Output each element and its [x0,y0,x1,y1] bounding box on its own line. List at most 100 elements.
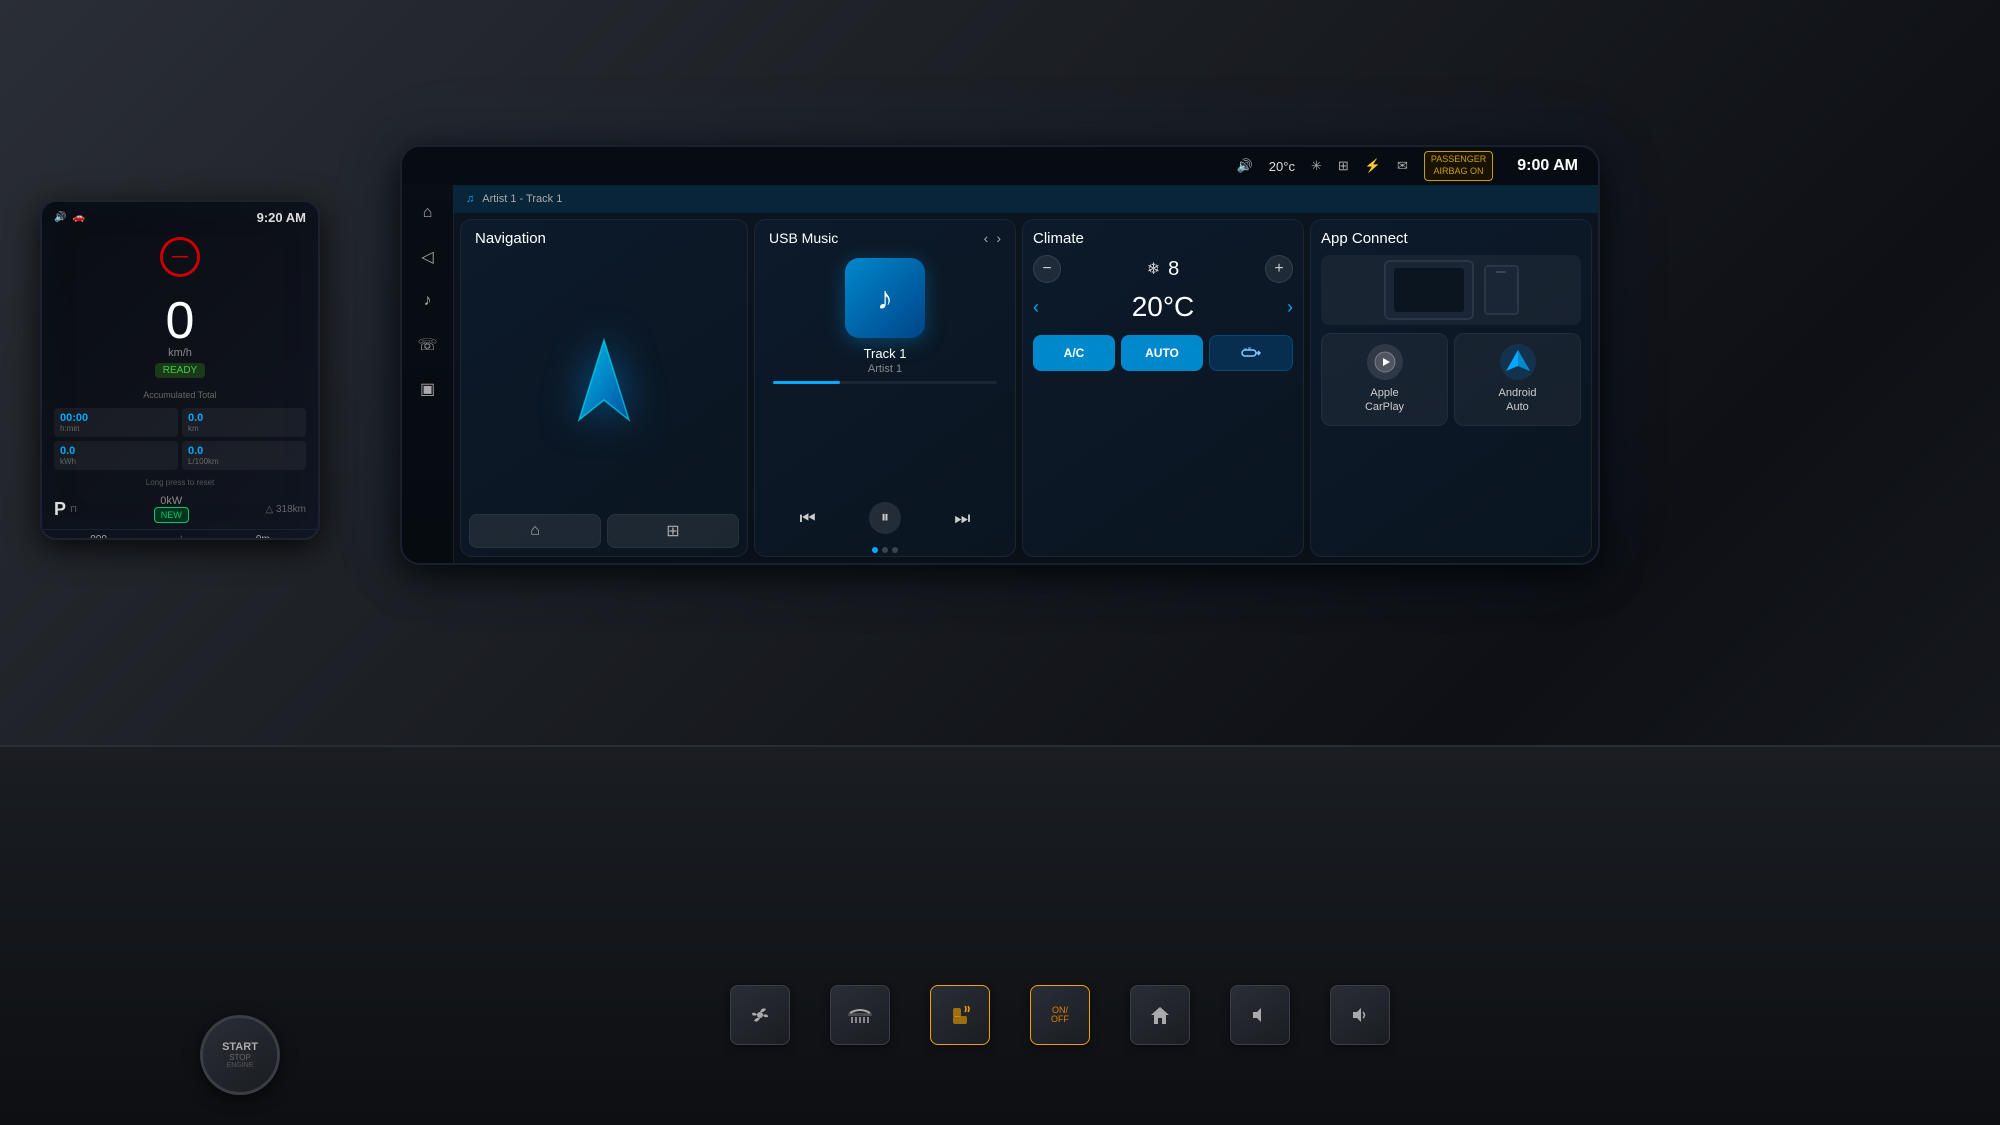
physical-buttons: ON/ OFF [320,965,1800,1065]
temp-increase-btn[interactable]: › [1287,297,1293,318]
progress-bar [773,381,996,384]
instrument-cluster: 🔊 🚗 9:20 AM — 0 km/h READY Accumulated T… [40,200,320,540]
track-name: Track 1 [864,346,907,361]
navigation-title: Navigation [461,220,747,253]
grid-status-icon: ⊞ [1338,158,1349,174]
cluster-data-consumption: 0.0 L/100km [182,441,306,470]
dist-val-2: 0m [256,534,270,540]
heated-seat-phys-btn[interactable] [930,985,990,1045]
app-connect-card[interactable]: App Connect [1310,219,1592,557]
fan-speed-phys-btn[interactable] [730,985,790,1045]
ready-badge: READY [155,363,205,378]
cluster-data-grid: 00:00 h:min 0.0 km 0.0 kWh 0.0 L/100km [42,402,318,476]
scroll-dots [755,544,1015,556]
mail-status-icon: ✉ [1397,158,1408,174]
music-card-header: USB Music ‹ › [755,220,1015,252]
scroll-dot-2 [882,547,888,553]
gear-indicator: P [54,499,66,520]
cluster-status-icons: 🔊 🚗 [54,212,85,223]
tablet-screen [1394,268,1464,312]
cluster-data-km: 0.0 km [182,408,306,437]
home-phys-btn[interactable] [1130,985,1190,1045]
fan-icon: ❄ [1147,259,1160,279]
vol-mute-phys-btn[interactable] [1230,985,1290,1045]
appconnect-title: App Connect [1321,230,1581,247]
apple-carplay-label: AppleCarPlay [1365,386,1404,415]
mini-player-icon: ♫ [466,193,474,205]
scroll-dot-3 [892,547,898,553]
music-prev-page[interactable]: ‹ [984,230,989,246]
mini-player[interactable]: ♫ Artist 1 - Track 1 [454,185,1598,213]
temperature-status: 20°c [1269,159,1295,174]
music-note-icon: ♪ [877,280,893,317]
music-title: USB Music [769,230,838,246]
mini-player-text: Artist 1 - Track 1 [482,193,562,205]
fan-decrease-btn[interactable]: − [1033,255,1061,283]
dashboard: ON/ OFF [0,745,2000,1125]
apple-carplay-icon [1367,344,1403,380]
sidebar: ⌂ ◁ ♪ ☏ ▣ [402,185,454,563]
sidebar-item-phone[interactable]: ☏ [408,325,448,365]
on-off-phys-btn[interactable]: ON/ OFF [1030,985,1090,1045]
airbag-badge: PASSENGER AIRBAG ON [1424,151,1493,180]
music-nav-arrows: ‹ › [984,230,1001,246]
auto-btn[interactable]: AUTO [1121,335,1203,371]
speed-unit: km/h [168,347,192,359]
sidebar-item-apps[interactable]: ▣ [408,369,448,409]
park-symbol: ⊓ [70,504,77,515]
temperature-row: ‹ 20°C › [1033,291,1293,323]
cluster-time: 9:20 AM [257,210,306,225]
fan-increase-btn[interactable]: + [1265,255,1293,283]
car-airflow-icon [1241,346,1261,360]
climate-card[interactable]: Climate − ❄ 8 + ‹ 20°C › A/C [1022,219,1304,557]
nav-home-btn[interactable]: ⌂ [469,514,601,548]
start-stop-label: START STOP ENGINE [222,1041,258,1069]
prev-track-btn[interactable]: ⏮ [792,502,824,534]
next-track-btn[interactable]: ⏭ [946,502,978,534]
home-icon [1149,1004,1171,1026]
start-stop-area: START STOP ENGINE [200,1015,280,1095]
vol-down-icon [1349,1004,1371,1026]
range-icon: △ [265,504,273,515]
navigation-map[interactable] [461,253,747,506]
on-off-label: ON/ OFF [1051,1006,1069,1024]
climate-buttons: A/C AUTO [1033,335,1293,371]
usb-music-card[interactable]: USB Music ‹ › ♪ Track 1 Artist 1 [754,219,1016,557]
power-area: 0kW NEW [154,495,189,523]
apple-carplay-btn[interactable]: AppleCarPlay [1321,333,1448,426]
power-value: 0kW [160,495,182,507]
status-time: 9:00 AM [1517,157,1578,175]
android-auto-icon [1500,344,1536,380]
play-pause-btn[interactable]: ⏸ [869,502,901,534]
navigation-footer: ⌂ ⊞ [461,506,747,556]
temp-decrease-btn[interactable]: ‹ [1033,297,1039,318]
ac-btn[interactable]: A/C [1033,335,1115,371]
sidebar-item-music[interactable]: ♪ [408,281,448,321]
music-next-page[interactable]: › [996,230,1001,246]
bluetooth-status-icon: ⚡ [1365,158,1381,174]
android-auto-btn[interactable]: AndroidAuto [1454,333,1581,426]
cluster-data-kwh: 0.0 kWh [54,441,178,470]
sidebar-item-nav[interactable]: ◁ [408,237,448,277]
sidebar-item-home[interactable]: ⌂ [408,193,448,233]
dist-val-1: 000 [90,534,107,540]
cluster-car-icon: 🚗 [72,212,84,223]
vol-down-phys-btn[interactable] [1330,985,1390,1045]
cluster-volume-icon: 🔊 [54,212,66,223]
cluster-bottom: P ⊓ 0kW NEW △ 318km [42,489,318,529]
android-auto-label: AndroidAuto [1499,386,1537,415]
ev-badge: NEW [154,507,189,523]
volume-status-icon: 🔊 [1237,158,1253,174]
navigation-card[interactable]: Navigation ⌂ [460,219,748,557]
heated-seat-icon [949,1004,971,1026]
cluster-distance: 000 | 0m [42,529,318,540]
defrost-phys-btn[interactable] [830,985,890,1045]
airflow-btn[interactable] [1209,335,1293,371]
screen-content: ⌂ ◁ ♪ ☏ ▣ ♫ Artist 1 - Track 1 Navigatio… [402,185,1598,563]
nav-menu-btn[interactable]: ⊞ [607,514,739,548]
phone-device [1484,265,1519,315]
start-stop-btn[interactable]: START STOP ENGINE [200,1015,280,1095]
speed-area: 0 km/h READY [42,285,318,388]
range-km: △ 318km [265,504,306,515]
device-preview [1321,255,1581,325]
